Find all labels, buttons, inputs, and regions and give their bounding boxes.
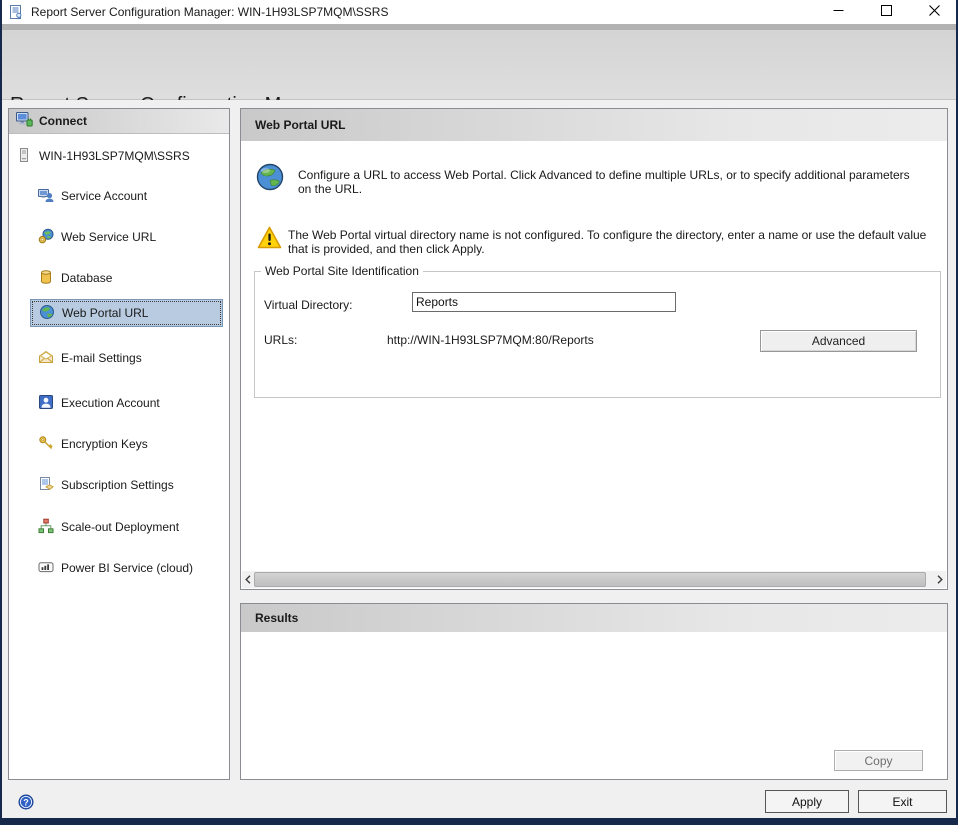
encryption-keys-icon xyxy=(38,435,54,454)
server-icon xyxy=(16,147,32,166)
panel-description: Configure a URL to access Web Portal. Cl… xyxy=(298,168,922,196)
scroll-right-button[interactable] xyxy=(934,571,946,588)
sidebar-item-subscription-settings[interactable]: Subscription Settings xyxy=(38,475,174,495)
copy-button[interactable]: Copy xyxy=(834,750,923,771)
virtual-directory-input[interactable] xyxy=(412,292,676,312)
connect-icon xyxy=(16,111,33,131)
maximize-icon xyxy=(881,5,892,19)
window-border-bottom xyxy=(0,818,958,825)
app-icon xyxy=(8,4,24,20)
urls-value: http://WIN-1H93LSP7MQM:80/Reports xyxy=(387,333,594,347)
sidebar-item-label: E-mail Settings xyxy=(61,351,142,365)
sidebar-item-label: Database xyxy=(61,271,112,285)
minimize-icon xyxy=(833,5,844,19)
sidebar-item-label: Service Account xyxy=(61,189,147,203)
panel-title: Web Portal URL xyxy=(241,109,947,141)
scrollbar-thumb[interactable] xyxy=(254,572,926,587)
sidebar-item-label: Encryption Keys xyxy=(61,437,148,451)
sidebar-item-server[interactable]: WIN-1H93LSP7MQM\SSRS xyxy=(16,146,190,166)
sidebar-item-label: WIN-1H93LSP7MQM\SSRS xyxy=(39,149,190,163)
horizontal-scrollbar[interactable] xyxy=(242,571,946,588)
sidebar-item-label: Power BI Service (cloud) xyxy=(61,561,193,575)
sidebar-item-label: Subscription Settings xyxy=(61,478,174,492)
window-border-left xyxy=(0,0,2,825)
content-area: Connect WIN-1H93LSP7MQM\SSRS Service Acc… xyxy=(2,100,956,818)
sidebar-item-label: Web Service URL xyxy=(61,230,156,244)
sidebar-item-email-settings[interactable]: E-mail Settings xyxy=(38,348,142,368)
apply-button[interactable]: Apply xyxy=(765,790,849,813)
sidebar-item-label: Scale-out Deployment xyxy=(61,520,179,534)
exit-button[interactable]: Exit xyxy=(858,790,947,813)
execution-account-icon xyxy=(38,394,54,413)
urls-label: URLs: xyxy=(264,333,297,347)
web-portal-url-panel: Web Portal URL Configure a URL to access… xyxy=(240,108,948,590)
sidebar-item-power-bi-service[interactable]: Power BI Service (cloud) xyxy=(38,558,193,578)
site-identification-group: Web Portal Site Identification Virtual D… xyxy=(254,271,941,398)
virtual-directory-label: Virtual Directory: xyxy=(264,298,352,312)
group-title: Web Portal Site Identification xyxy=(261,264,423,278)
sidebar-item-encryption-keys[interactable]: Encryption Keys xyxy=(38,434,148,454)
advanced-button[interactable]: Advanced xyxy=(760,330,917,352)
help-icon[interactable]: ? xyxy=(18,794,34,810)
chevron-left-icon xyxy=(245,573,251,587)
sidebar: Connect WIN-1H93LSP7MQM\SSRS Service Acc… xyxy=(8,108,230,780)
sidebar-item-database[interactable]: Database xyxy=(38,268,112,288)
minimize-button[interactable] xyxy=(816,0,860,24)
app-window: Report Server Configuration Manager: WIN… xyxy=(0,0,958,825)
connect-label: Connect xyxy=(39,114,87,128)
globe-icon xyxy=(256,163,284,191)
email-settings-icon xyxy=(38,349,54,368)
web-service-url-icon xyxy=(38,228,54,247)
close-button[interactable] xyxy=(912,0,956,24)
maximize-button[interactable] xyxy=(864,0,908,24)
scale-out-deployment-icon xyxy=(38,518,54,537)
sidebar-item-label: Execution Account xyxy=(61,396,160,410)
warning-message: The Web Portal virtual directory name is… xyxy=(288,228,944,256)
web-portal-url-icon xyxy=(39,304,55,323)
sidebar-item-scale-out-deployment[interactable]: Scale-out Deployment xyxy=(38,517,179,537)
power-bi-icon xyxy=(38,559,54,578)
database-icon xyxy=(38,269,54,288)
app-banner: Report Server Configuration Manager xyxy=(2,30,956,100)
connect-header: Connect xyxy=(9,109,229,134)
subscription-settings-icon xyxy=(38,476,54,495)
results-panel: Results Copy xyxy=(240,603,948,780)
svg-text:?: ? xyxy=(23,797,29,807)
title-bar: Report Server Configuration Manager: WIN… xyxy=(2,0,956,24)
window-title: Report Server Configuration Manager: WIN… xyxy=(31,5,388,19)
service-account-icon xyxy=(38,187,54,206)
close-icon xyxy=(929,5,940,19)
sidebar-item-web-portal-url[interactable]: Web Portal URL xyxy=(30,299,223,327)
sidebar-item-service-account[interactable]: Service Account xyxy=(38,186,147,206)
sidebar-item-label: Web Portal URL xyxy=(62,306,148,320)
sidebar-item-execution-account[interactable]: Execution Account xyxy=(38,393,160,413)
scroll-left-button[interactable] xyxy=(242,571,254,588)
warning-icon xyxy=(257,226,282,249)
results-title: Results xyxy=(241,604,947,632)
sidebar-item-web-service-url[interactable]: Web Service URL xyxy=(38,227,156,247)
chevron-right-icon xyxy=(937,573,943,587)
